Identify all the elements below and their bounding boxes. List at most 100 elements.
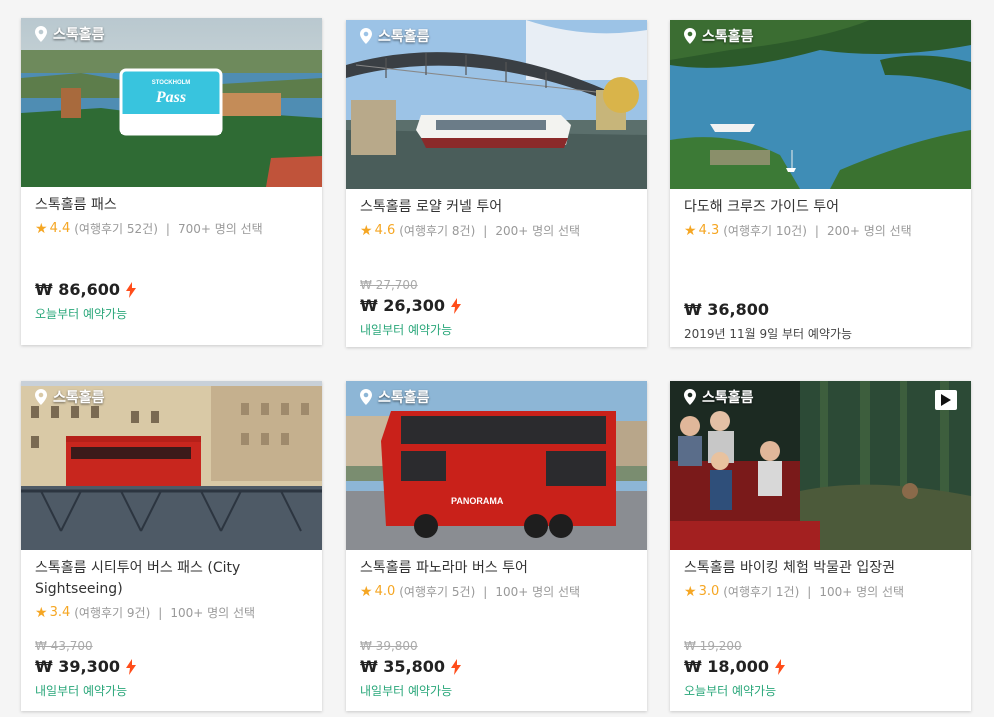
location-label: 스톡홀름: [360, 26, 430, 46]
location-text: 스톡홀름: [378, 29, 430, 45]
video-badge[interactable]: [935, 390, 957, 410]
star-icon: ★: [35, 604, 48, 621]
instant-confirm-icon: [450, 658, 461, 675]
rating-score: 3.0: [698, 584, 720, 599]
price-value: ₩ 18,000: [684, 657, 769, 676]
review-count: (여행후기 10건): [723, 224, 807, 238]
rating-score: 4.0: [374, 584, 396, 599]
location-pin-icon: [35, 389, 47, 405]
price-value: ₩ 39,300: [35, 657, 120, 676]
rating-row: ★ 4.0 (여행후기 5건) | 100+ 명의 선택: [360, 583, 633, 600]
rating-score: 4.6: [374, 223, 396, 238]
product-thumbnail[interactable]: STOCKHOLM Pass 스톡홀름: [21, 18, 322, 187]
price: ₩ 36,800: [684, 300, 852, 319]
choice-count: 100+ 명의 선택: [495, 585, 581, 599]
product-card[interactable]: PANORAMA 스톡홀름 스톡홀름 파노라마 버스 투어 ★ 4.0 (여행후…: [346, 381, 647, 711]
location-label: 스톡홀름: [684, 26, 754, 46]
price-value: ₩ 36,800: [684, 300, 769, 319]
rating-score: 3.4: [49, 605, 71, 620]
product-card[interactable]: STOCKHOLM Pass 스톡홀름 스톡홀름 패스 ★ 4.4 (여행후기 …: [21, 18, 322, 345]
product-thumbnail[interactable]: 스톡홀름: [21, 381, 322, 550]
location-pin-icon: [35, 26, 47, 42]
instant-confirm-icon: [125, 658, 136, 675]
product-title[interactable]: 스톡홀름 패스: [35, 187, 308, 216]
star-icon: ★: [360, 222, 373, 239]
location-text: 스톡홀름: [702, 390, 754, 406]
product-title[interactable]: 스톡홀름 시티투어 버스 패스 (City Sightseeing): [35, 550, 250, 600]
star-icon: ★: [35, 220, 48, 237]
availability: 내일부터 예약가능: [35, 684, 128, 698]
original-price: ₩ 27,700: [360, 278, 418, 292]
price: ₩ 39,300: [35, 657, 136, 676]
location-pin-icon: [360, 28, 372, 44]
product-title[interactable]: 스톡홀름 파노라마 버스 투어: [360, 550, 633, 579]
location-label: 스톡홀름: [360, 387, 430, 407]
original-price: ₩ 19,200: [684, 639, 742, 653]
product-card[interactable]: 스톡홀름 다도해 크루즈 가이드 투어 ★ 4.3 (여행후기 10건) | 2…: [670, 20, 971, 347]
location-pin-icon: [684, 389, 696, 405]
product-title[interactable]: 스톡홀름 로얄 커넬 투어: [360, 189, 633, 218]
choice-count: 700+ 명의 선택: [177, 222, 263, 236]
separator: |: [483, 223, 488, 238]
star-icon: ★: [684, 222, 697, 239]
price: ₩ 86,600: [35, 280, 136, 299]
instant-confirm-icon: [774, 658, 785, 675]
instant-confirm-icon: [450, 297, 461, 314]
separator: |: [483, 584, 488, 599]
price: ₩ 18,000: [684, 657, 785, 676]
availability: 2019년 11월 9일 부터 예약가능: [684, 327, 853, 341]
price-value: ₩ 26,300: [360, 296, 445, 315]
location-pin-icon: [684, 28, 696, 44]
location-label: 스톡홀름: [35, 387, 105, 407]
pass-card-title: Pass: [155, 89, 186, 106]
price-value: ₩ 86,600: [35, 280, 120, 299]
product-card[interactable]: 스톡홀름 스톡홀름 로얄 커넬 투어 ★ 4.6 (여행후기 8건) | 200…: [346, 20, 647, 347]
rating-row: ★ 3.0 (여행후기 1건) | 100+ 명의 선택: [684, 583, 957, 600]
rating-row: ★ 3.4 (여행후기 9건) | 100+ 명의 선택: [35, 604, 308, 621]
review-count: (여행후기 8건): [399, 224, 476, 238]
choice-count: 200+ 명의 선택: [495, 224, 581, 238]
product-thumbnail[interactable]: 스톡홀름: [346, 20, 647, 189]
product-thumbnail[interactable]: PANORAMA 스톡홀름: [346, 381, 647, 550]
price-value: ₩ 35,800: [360, 657, 445, 676]
location-text: 스톡홀름: [53, 27, 105, 43]
separator: |: [814, 223, 819, 238]
review-count: (여행후기 5건): [399, 585, 476, 599]
availability: 내일부터 예약가능: [360, 323, 453, 337]
pass-card-label: STOCKHOLM: [152, 80, 191, 86]
separator: |: [158, 605, 163, 620]
product-title[interactable]: 다도해 크루즈 가이드 투어: [684, 189, 957, 218]
rating-row: ★ 4.4 (여행후기 52건) | 700+ 명의 선택: [35, 220, 308, 237]
product-title[interactable]: 스톡홀름 바이킹 체험 박물관 입장권: [684, 550, 899, 579]
product-thumbnail[interactable]: 스톡홀름: [670, 381, 971, 550]
rating-row: ★ 4.6 (여행후기 8건) | 200+ 명의 선택: [360, 222, 633, 239]
location-text: 스톡홀름: [378, 390, 430, 406]
original-price: ₩ 39,800: [360, 639, 418, 653]
location-label: 스톡홀름: [684, 387, 754, 407]
star-icon: ★: [360, 583, 373, 600]
choice-count: 100+ 명의 선택: [819, 585, 905, 599]
instant-confirm-icon: [125, 281, 136, 298]
choice-count: 100+ 명의 선택: [170, 606, 256, 620]
location-pin-icon: [360, 389, 372, 405]
price: ₩ 35,800: [360, 657, 461, 676]
bus-livery-text: PANORAMA: [451, 496, 504, 506]
separator: |: [807, 584, 812, 599]
review-count: (여행후기 1건): [723, 585, 800, 599]
review-count: (여행후기 9건): [74, 606, 151, 620]
review-count: (여행후기 52건): [74, 222, 158, 236]
play-icon: [941, 394, 951, 406]
star-icon: ★: [684, 583, 697, 600]
availability: 내일부터 예약가능: [360, 684, 453, 698]
rating-row: ★ 4.3 (여행후기 10건) | 200+ 명의 선택: [684, 222, 957, 239]
rating-score: 4.4: [49, 221, 71, 236]
product-card[interactable]: 스톡홀름 스톡홀름 바이킹 체험 박물관 입장권 ★ 3.0 (여행후기 1건)…: [670, 381, 971, 711]
separator: |: [165, 221, 170, 236]
location-label: 스톡홀름: [35, 24, 105, 44]
product-card[interactable]: 스톡홀름 스톡홀름 시티투어 버스 패스 (City Sightseeing) …: [21, 381, 322, 711]
rating-score: 4.3: [698, 223, 720, 238]
product-thumbnail[interactable]: 스톡홀름: [670, 20, 971, 189]
location-text: 스톡홀름: [53, 390, 105, 406]
original-price: ₩ 43,700: [35, 639, 93, 653]
choice-count: 200+ 명의 선택: [826, 224, 912, 238]
